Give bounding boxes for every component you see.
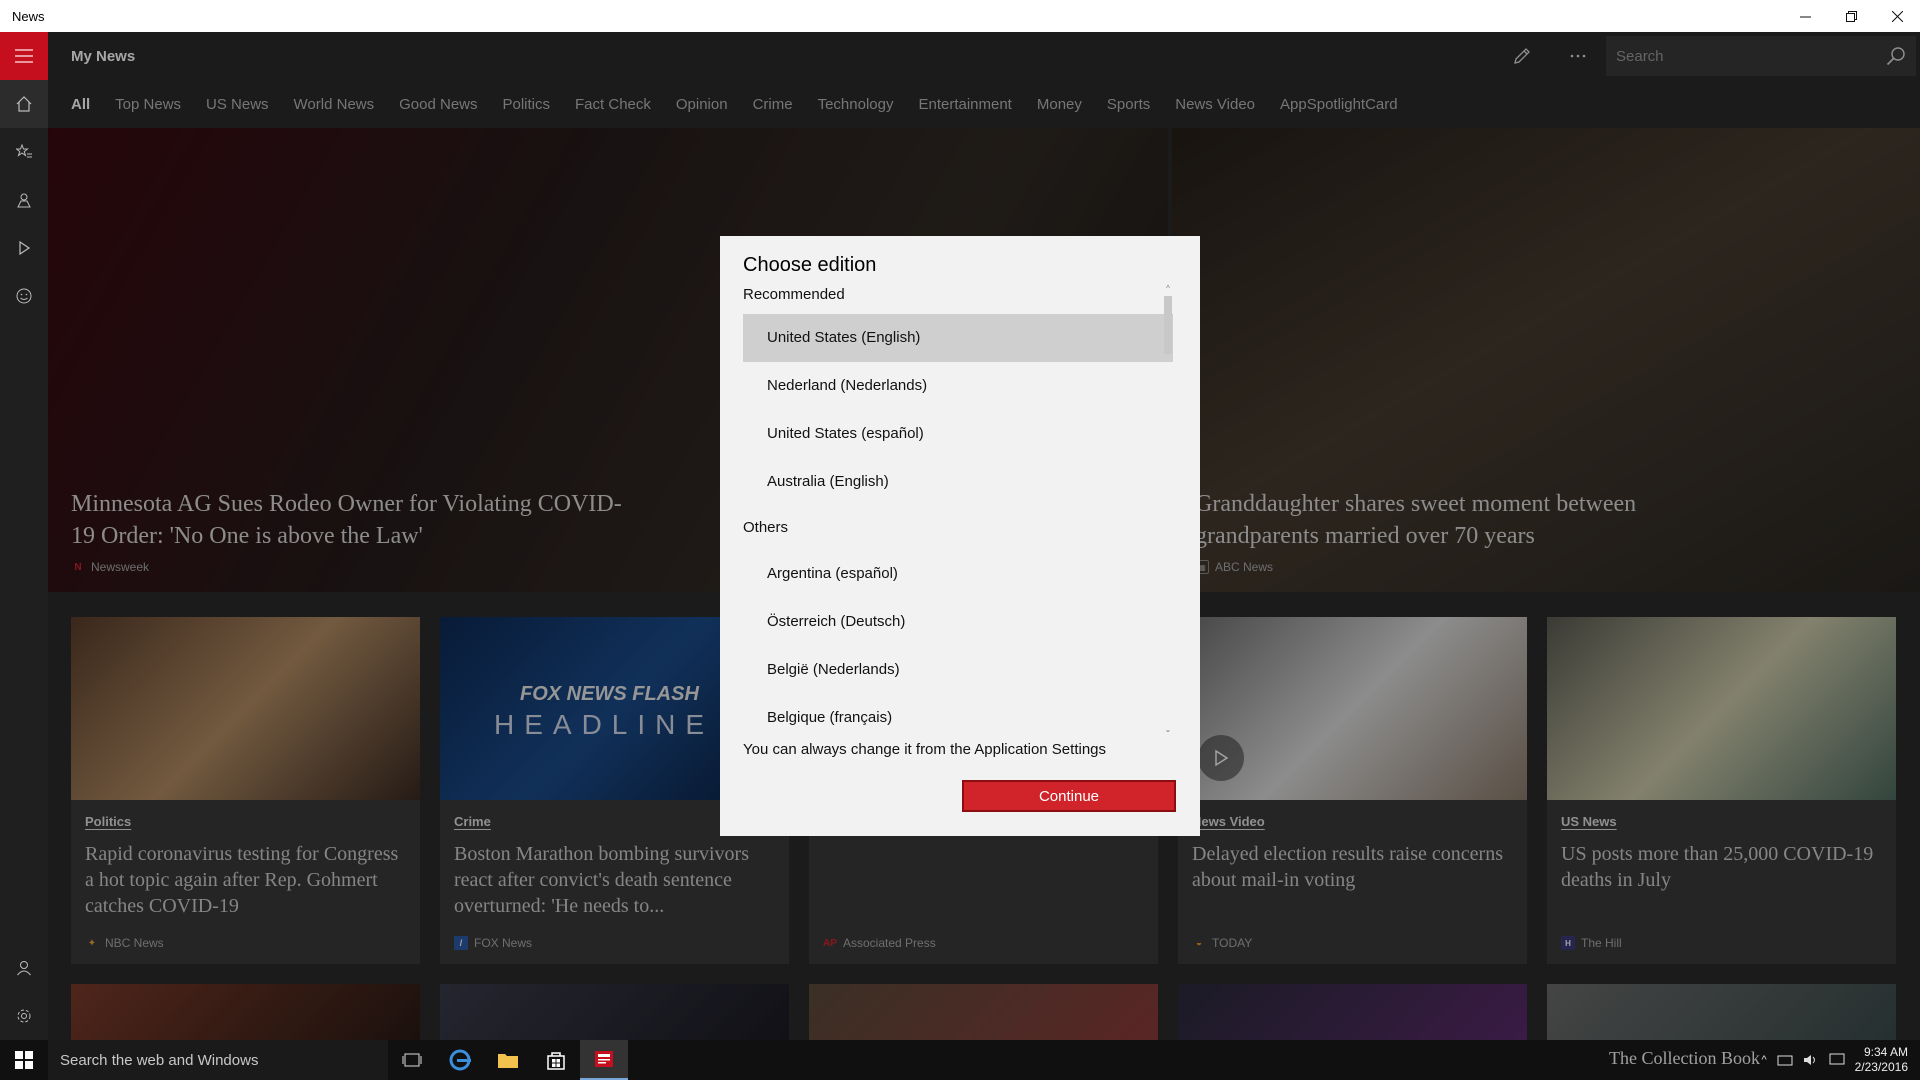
scroll-thumb[interactable] [1164,296,1172,354]
watermark: The Collection Book [1609,1048,1760,1068]
chevron-up-icon[interactable]: ^ [1761,1054,1766,1066]
nav-home[interactable] [0,80,48,128]
choose-edition-dialog: Choose edition Recommended United States… [720,236,1200,836]
edition-option[interactable]: Argentina (español) [743,550,1173,598]
continue-button[interactable]: Continue [962,780,1176,812]
network-icon[interactable] [1777,1053,1793,1067]
scroll-down-icon[interactable]: ⌄ [1163,725,1173,734]
clock-time: 9:34 AM [1863,1045,1908,1059]
scroll-up-icon[interactable]: ^ [1163,284,1173,293]
edition-list: Recommended United States (English) Nede… [720,284,1200,740]
minimize-button[interactable] [1782,0,1828,32]
windows-logo-icon [15,1051,33,1069]
edge-icon [449,1049,471,1071]
edition-option[interactable]: België (Nederlands) [743,646,1173,694]
news-app-button[interactable] [580,1040,628,1080]
clock-date: 2/23/2016 [1854,1060,1908,1074]
nav-video[interactable] [0,224,48,272]
minimize-icon [1799,16,1811,17]
close-button[interactable] [1874,0,1920,32]
group-label-others: Others [743,519,789,536]
store-icon [547,1052,565,1070]
restore-button[interactable] [1828,0,1874,32]
gear-icon [17,1009,31,1023]
edition-option[interactable]: Australia (English) [743,458,1173,506]
edition-option[interactable]: United States (español) [743,410,1173,458]
play-icon [19,240,31,256]
nav-settings[interactable] [0,992,48,1040]
hamburger-icon [15,49,33,63]
news-app-icon [595,1051,613,1067]
task-view-icon [402,1053,422,1067]
taskbar-search[interactable]: Search the web and Windows [48,1040,388,1080]
store-button[interactable] [532,1040,580,1080]
list-scrollbar[interactable]: ^ ⌄ [1163,284,1173,740]
nav-feedback[interactable] [0,272,48,320]
local-icon [17,193,31,208]
star-list-icon [16,144,32,158]
edge-button[interactable] [436,1040,484,1080]
edition-option[interactable]: United States (English) [743,314,1173,362]
dialog-title: Choose edition [743,254,877,276]
task-view-button[interactable] [388,1040,436,1080]
start-button[interactable] [0,1040,48,1080]
clock[interactable]: 9:34 AM 2/23/2016 [1855,1045,1908,1075]
volume-icon[interactable] [1803,1053,1819,1067]
smiley-icon [16,288,32,304]
title-bar: News [0,0,1920,32]
edition-option[interactable]: Österreich (Deutsch) [743,598,1173,646]
menu-button[interactable] [0,32,48,80]
home-icon [16,96,32,112]
nav-account[interactable] [0,944,48,992]
edition-option[interactable]: Nederland (Nederlands) [743,362,1173,410]
nav-rail [0,32,48,1040]
file-explorer-button[interactable] [484,1040,532,1080]
group-label-recommended: Recommended [743,286,845,303]
taskbar: Search the web and Windows The Collectio… [0,1040,1920,1080]
restore-icon [1845,10,1857,22]
window-title: News [12,8,45,24]
folder-icon [498,1054,518,1068]
dialog-hint: You can always change it from the Applic… [743,741,1107,758]
nav-local[interactable] [0,176,48,224]
edition-option[interactable]: Belgique (français) [743,694,1173,740]
notifications-icon[interactable] [1829,1053,1845,1067]
person-icon [17,961,31,976]
nav-interests[interactable] [0,128,48,176]
close-icon [1891,10,1903,22]
system-tray: ^ 9:34 AM 2/23/2016 [1761,1040,1920,1080]
